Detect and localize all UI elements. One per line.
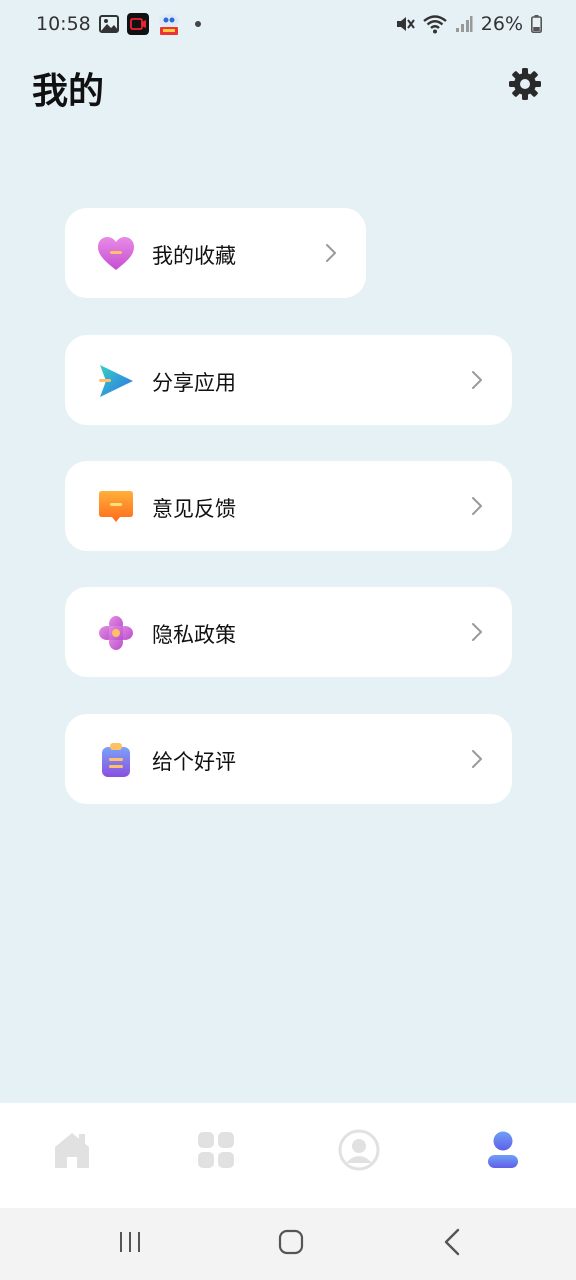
share-send-icon [97,362,135,400]
home-system-button[interactable] [271,1226,311,1262]
privacy-flower-icon [97,614,135,652]
chevron-right-icon [470,622,484,642]
mute-icon [395,14,415,34]
status-time: 10:58 [36,13,91,35]
chevron-right-icon [470,749,484,769]
gear-icon [508,67,542,105]
tab-apps[interactable] [191,1127,241,1177]
status-bar-right: 26% [395,13,542,35]
tab-home[interactable] [47,1127,97,1177]
battery-percent: 26% [480,13,523,35]
chevron-right-icon [470,370,484,390]
signal-icon [455,15,473,33]
wifi-icon [423,14,447,34]
tab-mine[interactable] [478,1127,528,1177]
menu-item-rate[interactable]: 给个好评 [65,714,512,804]
menu-item-feedback[interactable]: 意见反馈 [65,461,512,551]
tab-profile[interactable] [334,1127,384,1177]
menu-item-label: 我的收藏 [152,244,236,268]
user-icon [487,1131,519,1173]
status-bar-left: 10:58 [36,13,201,35]
menu-item-label: 给个好评 [152,750,236,774]
feedback-message-icon [97,488,135,526]
back-button[interactable] [432,1226,472,1262]
recent-apps-icon [118,1230,142,1258]
status-bar: 10:58 26% [0,0,576,48]
tv-app-icon [157,13,181,35]
settings-button[interactable] [505,66,545,106]
menu-item-privacy[interactable]: 隐私政策 [65,587,512,677]
grid-apps-icon [197,1131,235,1173]
menu-item-share[interactable]: 分享应用 [65,335,512,425]
profile-circle-icon [338,1129,380,1175]
menu-item-favorites[interactable]: 我的收藏 [65,208,366,298]
page-title: 我的 [32,71,105,112]
clipboard-review-icon [97,741,135,779]
menu-item-label: 隐私政策 [152,623,236,647]
menu-item-label: 分享应用 [152,371,236,395]
chevron-right-icon [324,243,338,263]
menu-item-label: 意见反馈 [152,497,236,521]
recent-apps-button[interactable] [110,1226,150,1262]
recorder-app-icon [126,13,149,35]
bottom-nav [0,1103,576,1208]
home-icon [54,1131,90,1173]
battery-icon [531,15,542,33]
gallery-icon [98,15,119,33]
chevron-right-icon [470,496,484,516]
heart-icon [97,235,135,273]
system-nav-bar [0,1208,576,1280]
back-chevron-icon [443,1228,461,1260]
home-square-icon [278,1229,304,1259]
notification-dot-icon [194,21,201,27]
